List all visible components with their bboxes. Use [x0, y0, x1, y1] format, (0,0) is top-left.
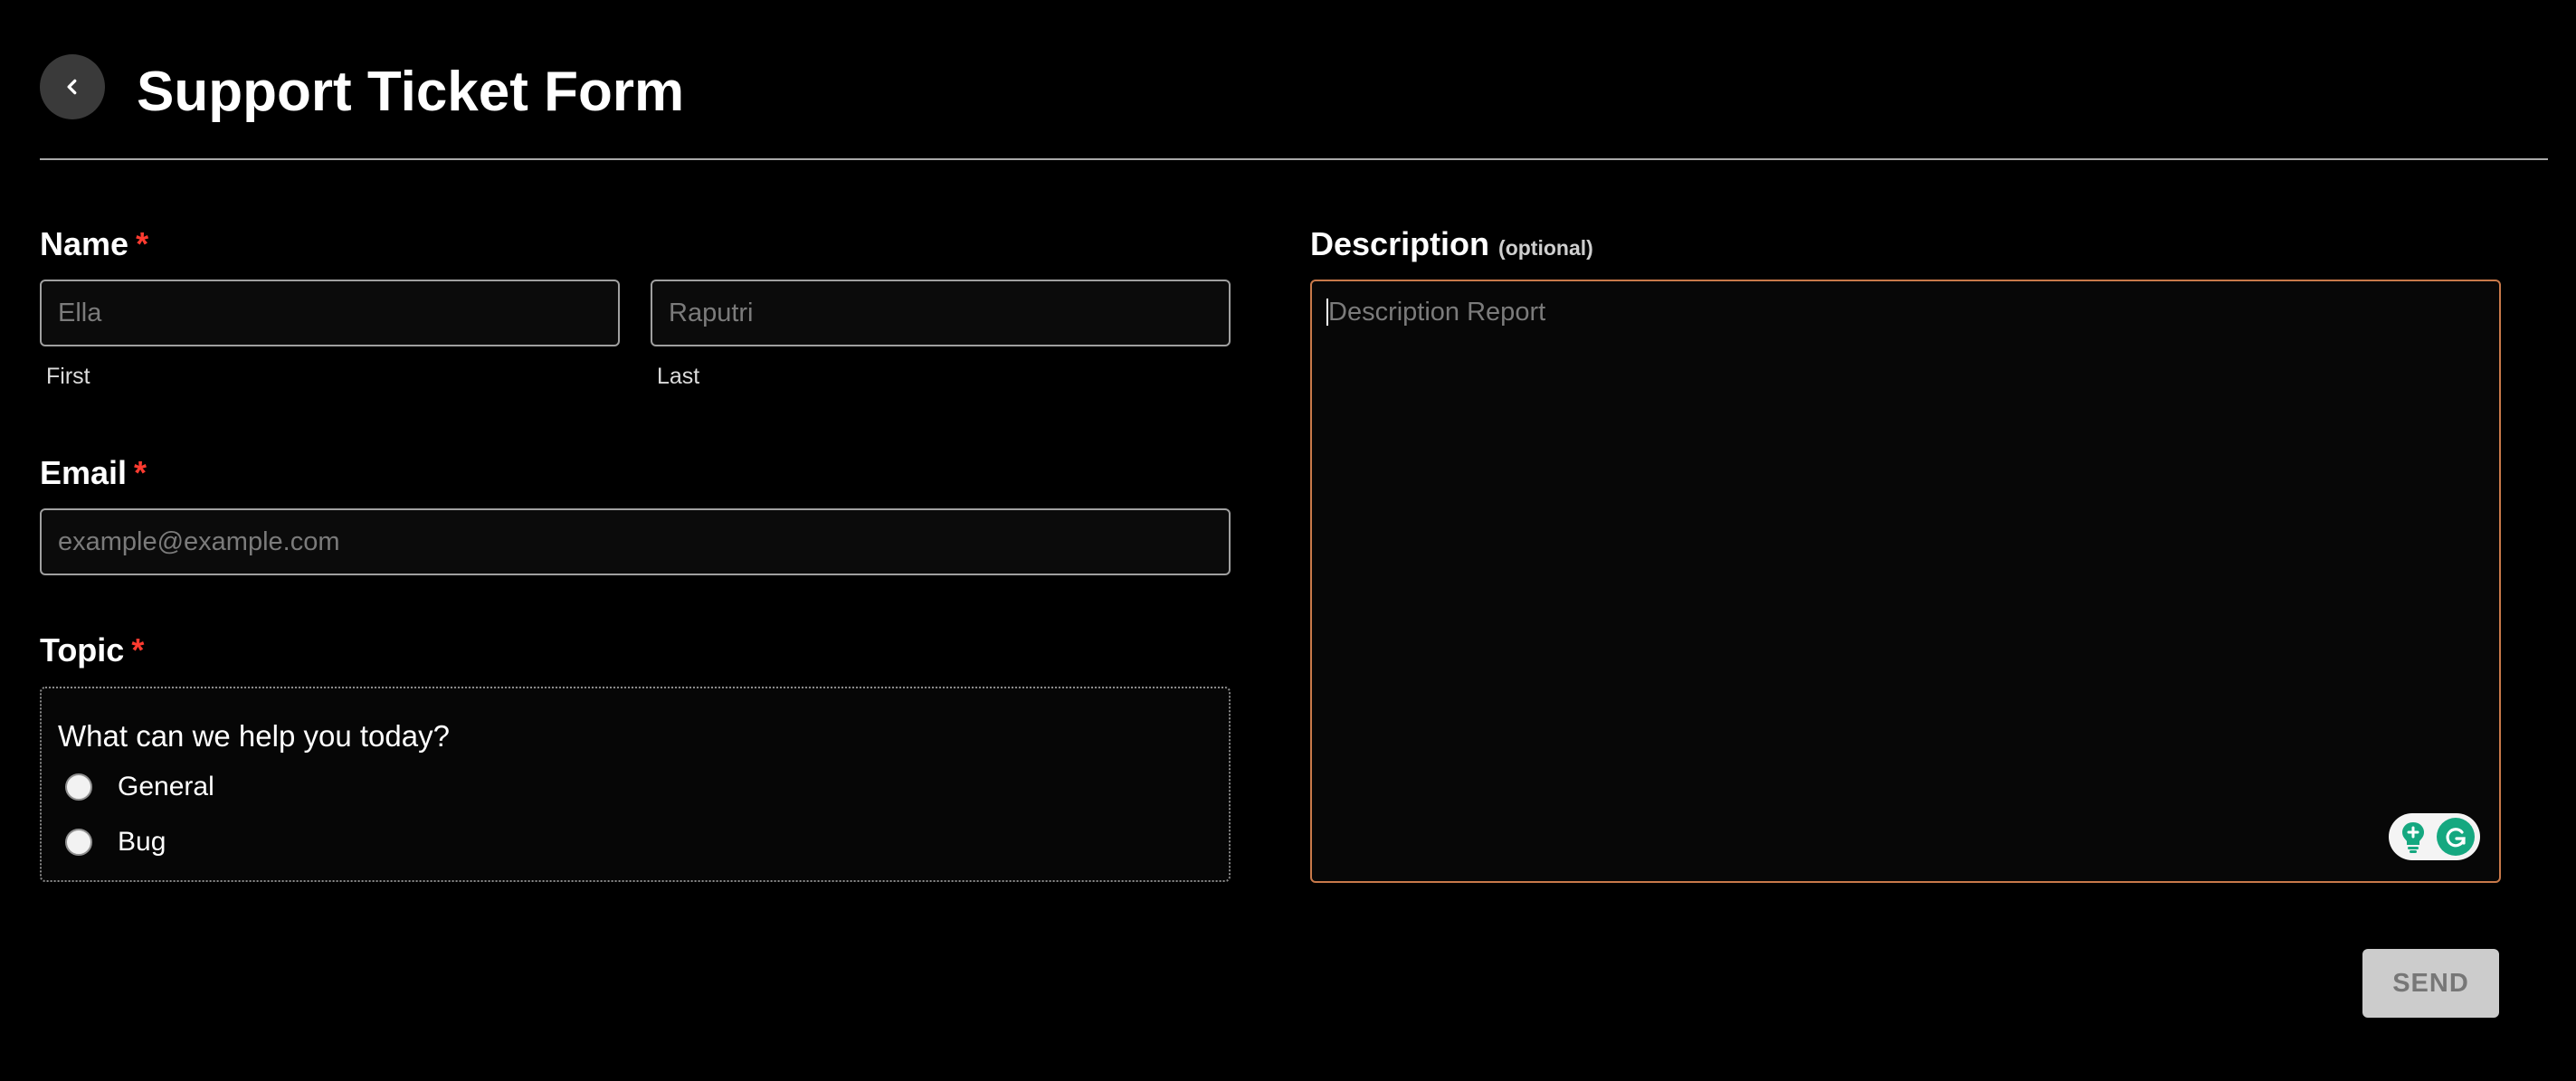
- text-caret: [1326, 299, 1328, 326]
- last-name-sublabel: Last: [657, 364, 700, 389]
- lightbulb-icon[interactable]: [2398, 820, 2429, 854]
- first-name-sublabel: First: [46, 364, 90, 389]
- first-name-input[interactable]: [40, 280, 620, 346]
- header-divider: [40, 158, 2548, 160]
- description-textarea[interactable]: [1310, 280, 2501, 883]
- support-ticket-page: Support Ticket Form Name* First Last Ema…: [0, 0, 2576, 1081]
- last-name-input[interactable]: [651, 280, 1231, 346]
- email-label-text: Email: [40, 454, 128, 491]
- optional-note: (optional): [1498, 236, 1593, 260]
- topic-question: What can we help you today?: [58, 719, 450, 753]
- required-mark: *: [136, 225, 149, 262]
- radio-button[interactable]: [65, 829, 92, 856]
- email-label: Email *: [40, 453, 147, 492]
- topic-fieldset: What can we help you today? General Bug: [40, 687, 1231, 882]
- writing-assistant-widget[interactable]: [2389, 813, 2480, 860]
- description-label-text: Description: [1310, 225, 1490, 262]
- back-button[interactable]: [40, 54, 105, 119]
- page-title: Support Ticket Form: [137, 61, 685, 123]
- send-button[interactable]: SEND: [2362, 949, 2499, 1018]
- grammarly-g-glyph: [2446, 828, 2466, 848]
- chevron-left-icon: [67, 79, 77, 95]
- email-input[interactable]: [40, 508, 1231, 575]
- topic-label: Topic *: [40, 631, 144, 669]
- name-label: Name *: [40, 224, 148, 263]
- required-mark: *: [134, 454, 147, 491]
- grammarly-icon[interactable]: [2437, 818, 2475, 856]
- required-mark: *: [131, 631, 145, 669]
- topic-option-general[interactable]: General: [65, 772, 214, 802]
- radio-button[interactable]: [65, 773, 92, 801]
- name-label-text: Name: [40, 225, 129, 262]
- description-label: Description (optional): [1310, 224, 1593, 263]
- topic-option-label: General: [118, 772, 214, 801]
- topic-label-text: Topic: [40, 631, 125, 669]
- topic-option-label: Bug: [118, 827, 166, 857]
- topic-option-bug[interactable]: Bug: [65, 827, 166, 858]
